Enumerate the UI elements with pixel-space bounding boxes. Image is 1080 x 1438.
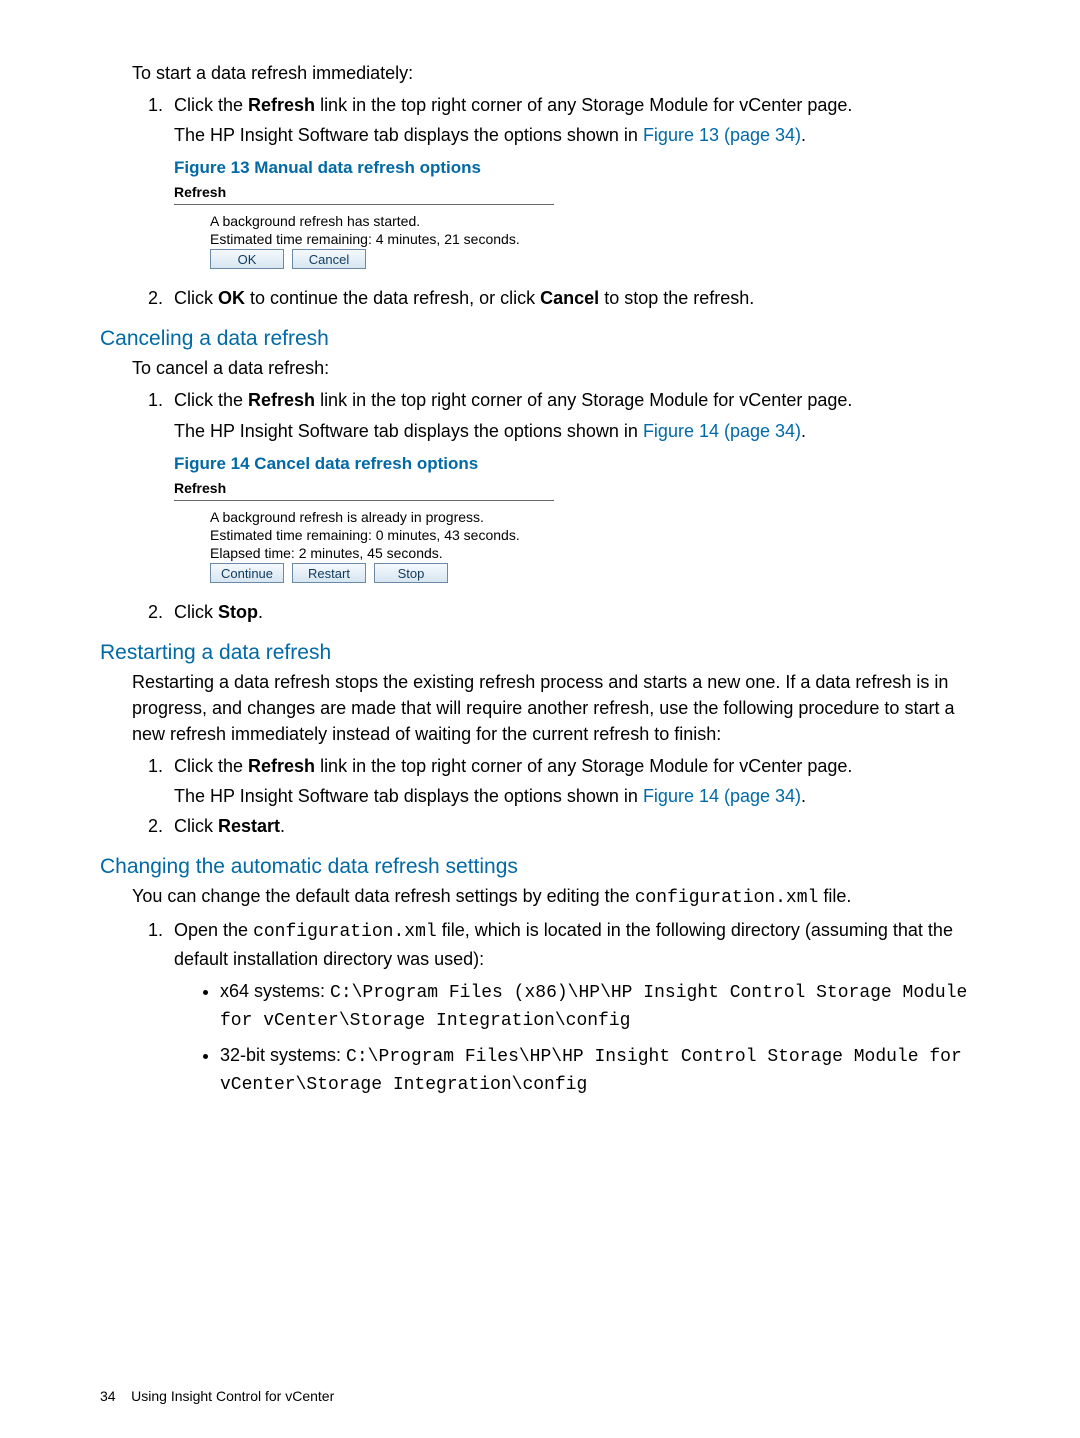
change-lead: You can change the default data refresh …: [132, 883, 980, 911]
text: link in the top right corner of any Stor…: [315, 95, 852, 115]
dialog-title: Refresh: [174, 184, 554, 202]
text: Click: [174, 602, 218, 622]
dialog-divider: [174, 500, 554, 501]
text: to continue the data refresh, or click: [245, 288, 540, 308]
x32-path-item: 32-bit systems: C:\Program Files\HP\HP I…: [220, 1042, 980, 1098]
dialog-buttons: OK Cancel: [210, 249, 554, 269]
text: Click the: [174, 390, 248, 410]
change-step-1: Open the configuration.xml file, which i…: [168, 917, 980, 1098]
path-list: x64 systems: C:\Program Files (x86)\HP\H…: [174, 978, 980, 1098]
cancel-button[interactable]: Cancel: [292, 249, 366, 269]
chapter-title: Using Insight Control for vCenter: [131, 1388, 334, 1404]
changing-heading: Changing the automatic data refresh sett…: [100, 855, 980, 879]
ok-label: OK: [218, 288, 245, 308]
page-number: 34: [100, 1388, 116, 1404]
dialog-message-2: Estimated time remaining: 4 minutes, 21 …: [210, 231, 554, 247]
text: Click: [174, 816, 218, 836]
dialog-message-2: Estimated time remaining: 0 minutes, 43 …: [210, 527, 554, 543]
text: Click the: [174, 756, 248, 776]
cancel-label: Cancel: [540, 288, 599, 308]
cancel-step-1: Click the Refresh link in the top right …: [168, 387, 980, 443]
text: file.: [818, 886, 851, 906]
text: 32-bit systems:: [220, 1045, 346, 1065]
text: Click: [174, 288, 218, 308]
stop-label: Stop: [218, 602, 258, 622]
continue-button[interactable]: Continue: [210, 563, 284, 583]
figure-14-caption: Figure 14 Cancel data refresh options: [174, 454, 980, 474]
text: .: [801, 421, 806, 441]
refresh-link-label: Refresh: [248, 756, 315, 776]
dialog-body: A background refresh has started. Estima…: [174, 213, 554, 269]
cancel-steps: Click the Refresh link in the top right …: [100, 387, 980, 443]
text: The HP Insight Software tab displays the…: [174, 421, 643, 441]
restart-label: Restart: [218, 816, 280, 836]
dialog-message-1: A background refresh is already in progr…: [210, 509, 554, 525]
figure-14-link[interactable]: Figure 14 (page 34): [643, 786, 801, 806]
document-page: To start a data refresh immediately: Cli…: [0, 0, 1080, 1438]
text: Open the: [174, 920, 253, 940]
restart-step-1: Click the Refresh link in the top right …: [168, 753, 980, 809]
figure-13-link[interactable]: Figure 13 (page 34): [643, 125, 801, 145]
config-file-name: configuration.xml: [635, 888, 819, 908]
cancel-steps-cont: Click Stop.: [100, 599, 980, 625]
text: .: [801, 786, 806, 806]
intro-lead: To start a data refresh immediately:: [132, 60, 980, 86]
cancel-step-2: Click Stop.: [168, 599, 980, 625]
restarting-heading: Restarting a data refresh: [100, 641, 980, 665]
text: .: [280, 816, 285, 836]
text: .: [801, 125, 806, 145]
figure-13-dialog: Refresh A background refresh has started…: [174, 184, 554, 269]
restart-para: Restarting a data refresh stops the exis…: [132, 669, 980, 747]
dialog-message-1: A background refresh has started.: [210, 213, 554, 229]
restart-step-2: Click Restart.: [168, 813, 980, 839]
ok-button[interactable]: OK: [210, 249, 284, 269]
canceling-heading: Canceling a data refresh: [100, 327, 980, 351]
stop-button[interactable]: Stop: [374, 563, 448, 583]
dialog-title: Refresh: [174, 480, 554, 498]
text: Click the: [174, 95, 248, 115]
intro-step-1: Click the Refresh link in the top right …: [168, 92, 980, 148]
refresh-link-label: Refresh: [248, 95, 315, 115]
x64-path-item: x64 systems: C:\Program Files (x86)\HP\H…: [220, 978, 980, 1034]
figure-14-dialog: Refresh A background refresh is already …: [174, 480, 554, 583]
intro-step-2: Click OK to continue the data refresh, o…: [168, 285, 980, 311]
text: The HP Insight Software tab displays the…: [174, 125, 643, 145]
x64-path: C:\Program Files (x86)\HP\HP Insight Con…: [220, 983, 967, 1031]
dialog-divider: [174, 204, 554, 205]
text: You can change the default data refresh …: [132, 886, 635, 906]
text: link in the top right corner of any Stor…: [315, 390, 852, 410]
intro-steps-cont: Click OK to continue the data refresh, o…: [100, 285, 980, 311]
page-footer: 34 Using Insight Control for vCenter: [100, 1388, 334, 1404]
text: link in the top right corner of any Stor…: [315, 756, 852, 776]
text: x64 systems:: [220, 981, 330, 1001]
text: The HP Insight Software tab displays the…: [174, 786, 643, 806]
dialog-buttons: Continue Restart Stop: [210, 563, 554, 583]
cancel-lead: To cancel a data refresh:: [132, 355, 980, 381]
config-file-name: configuration.xml: [253, 922, 437, 942]
intro-steps: Click the Refresh link in the top right …: [100, 92, 980, 148]
refresh-link-label: Refresh: [248, 390, 315, 410]
change-steps: Open the configuration.xml file, which i…: [100, 917, 980, 1098]
text: to stop the refresh.: [599, 288, 754, 308]
figure-14-link[interactable]: Figure 14 (page 34): [643, 421, 801, 441]
dialog-message-3: Elapsed time: 2 minutes, 45 seconds.: [210, 545, 554, 561]
restart-steps: Click the Refresh link in the top right …: [100, 753, 980, 839]
text: .: [258, 602, 263, 622]
figure-13-caption: Figure 13 Manual data refresh options: [174, 158, 980, 178]
restart-button[interactable]: Restart: [292, 563, 366, 583]
dialog-body: A background refresh is already in progr…: [174, 509, 554, 583]
